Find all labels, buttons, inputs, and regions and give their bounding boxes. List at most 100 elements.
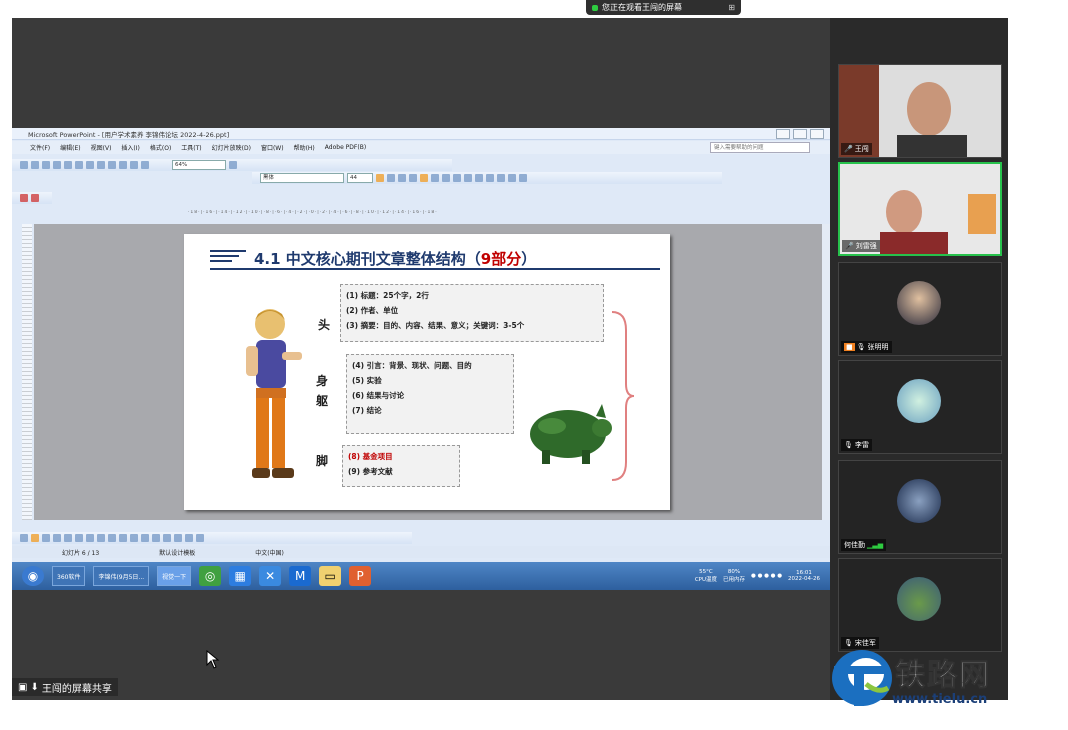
bold-icon[interactable] [376,174,384,182]
design-icon[interactable] [508,174,516,182]
menu-insert[interactable]: 插入(I) [121,143,139,152]
dash-style-icon[interactable] [185,534,193,542]
undo-icon[interactable] [108,161,116,169]
menu-help[interactable]: 帮助(H) [294,143,315,152]
help-icon[interactable] [229,161,237,169]
mic-muted-icon: 🎙 [844,441,853,449]
rectangle-icon[interactable] [75,534,83,542]
line-icon[interactable] [53,534,61,542]
taskbar-360-button[interactable]: 360软件 [52,566,86,586]
ppt-title-bar: Microsoft PowerPoint - [用户学术素养 李锦伟论坛 202… [12,128,830,140]
wordart-icon[interactable] [108,534,116,542]
start-icon[interactable]: ◉ [22,566,44,586]
redo-icon[interactable] [119,161,127,169]
menu-window[interactable]: 窗口(W) [261,143,284,152]
watermark-url: www.tielu.cn [892,692,988,707]
copy-icon[interactable] [86,161,94,169]
green-pig-image [530,404,612,464]
open-icon[interactable] [31,161,39,169]
menu-view[interactable]: 视图(V) [91,143,112,152]
print-icon[interactable] [53,161,61,169]
font-size-select[interactable]: 44 [347,173,373,183]
picture-icon[interactable] [130,534,138,542]
fill-color-icon[interactable] [141,534,149,542]
powerpoint-icon[interactable]: P [349,566,372,586]
line-style-icon[interactable] [174,534,182,542]
taskbar-doc-button[interactable]: 李锦伟(9月5日... [93,566,150,586]
slide[interactable]: 4.1 中文核心期刊文章整体结构（9部分） 头 身 躯 脚 (1) 标题：25个… [184,234,670,510]
clipart-icon[interactable] [119,534,127,542]
participant-name: 🎤 刘雷强 [842,240,880,252]
shadow-icon[interactable] [409,174,417,182]
meeting-app-icon[interactable]: M [289,566,312,586]
line-color-icon[interactable] [152,534,160,542]
arrow-icon[interactable] [64,534,72,542]
increase-font-icon[interactable] [475,174,483,182]
menu-adobe-pdf[interactable]: Adobe PDF(B) [325,144,366,151]
label-body-1: 身 [316,374,329,388]
mic-muted-icon: 🎙 [856,343,866,351]
taskbar-view-button[interactable]: 视觉一下 [157,566,192,586]
tray-icons[interactable]: ● ● ● ● ● [751,573,782,579]
cut-icon[interactable] [75,161,83,169]
font-name-select[interactable]: 黑体 [260,173,344,183]
screen-share-banner[interactable]: 您正在观看王闯的屏幕 ⊞ [586,0,741,15]
text-color-icon[interactable] [163,534,171,542]
close-icon[interactable] [810,128,824,139]
ppt-window-title: Microsoft PowerPoint - [用户学术素养 李锦伟论坛 202… [28,130,230,139]
decrease-font-icon[interactable] [486,174,494,182]
participant-tile[interactable]: 何佳勤 ▁▃▅ [838,460,1002,554]
menu-tools[interactable]: 工具(T) [181,143,201,152]
folder-icon[interactable]: ▭ [319,566,342,586]
avatar [897,479,941,523]
spellcheck-icon[interactable] [64,161,72,169]
font-color-icon[interactable] [497,174,505,182]
select-icon[interactable] [31,534,39,542]
textbox-icon[interactable] [97,534,105,542]
body-item: (7) 结论 [352,406,382,415]
menu-slideshow[interactable]: 幻灯片放映(D) [212,143,251,152]
chart-icon[interactable] [130,161,138,169]
underline-icon[interactable] [398,174,406,182]
slides-icon[interactable] [31,194,39,202]
vertical-ruler [22,224,32,520]
save-icon[interactable] [42,161,50,169]
paste-icon[interactable] [97,161,105,169]
slide-title: 4.1 中文核心期刊文章整体结构（9部分） [254,250,537,268]
screen-share-label[interactable]: ▣ ⬇ 王闯的屏幕共享 [12,678,118,696]
3d-icon[interactable] [196,534,204,542]
layout-grid-icon[interactable]: ⊞ [728,3,735,12]
align-right-icon[interactable] [442,174,450,182]
align-left-icon[interactable] [420,174,428,182]
title-underline [210,268,660,270]
help-search-input[interactable]: 键入需要帮助的问题 [710,142,810,153]
standard-toolbar: 64% [12,159,452,171]
participant-tile[interactable]: 🎙 宋佳军 [838,558,1002,652]
maximize-icon[interactable] [793,128,807,139]
app-grid-icon[interactable]: ▦ [229,566,252,586]
menu-edit[interactable]: 编辑(E) [60,143,80,152]
bullets-icon[interactable] [464,174,472,182]
autoshape-icon[interactable] [42,534,50,542]
participant-tile[interactable]: ■ 🎙 张明明 [838,262,1002,356]
numbering-icon[interactable] [453,174,461,182]
ppt-menu-bar: 文件(F) 编辑(E) 视图(V) 插入(I) 格式(O) 工具(T) 幻灯片放… [12,141,830,154]
participant-tile[interactable]: 🎤 王闯 [838,64,1002,158]
zoom-select[interactable]: 64% [172,160,226,170]
minimize-icon[interactable] [776,128,790,139]
italic-icon[interactable] [387,174,395,182]
participant-tile[interactable]: 🎙 李雷 [838,360,1002,454]
draw-menu-icon[interactable] [20,534,28,542]
align-center-icon[interactable] [431,174,439,182]
menu-format[interactable]: 格式(O) [150,143,171,152]
table-icon[interactable] [141,161,149,169]
feishu-icon[interactable]: ✕ [259,566,282,586]
menu-file[interactable]: 文件(F) [30,143,50,152]
360-browser-icon[interactable]: ◎ [199,566,222,586]
oval-icon[interactable] [86,534,94,542]
participant-tile-active[interactable]: 🎤 刘雷强 [838,162,1002,256]
vertical-scrollbar[interactable] [822,224,830,520]
new-slide-icon[interactable] [519,174,527,182]
new-icon[interactable] [20,161,28,169]
outline-icon[interactable] [20,194,28,202]
